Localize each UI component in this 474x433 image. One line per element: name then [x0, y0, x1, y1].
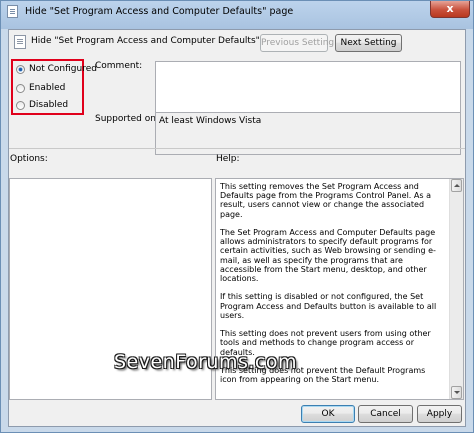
radio-button-checked[interactable] — [16, 65, 25, 74]
radio-label-enabled: Enabled — [29, 83, 66, 93]
supported-on-label: Supported on: — [95, 114, 159, 124]
comment-label: Comment: — [95, 61, 143, 71]
section-divider — [9, 148, 465, 149]
policy-document-icon — [7, 5, 18, 18]
scroll-down-arrow-icon[interactable] — [451, 386, 462, 399]
radio-label-disabled: Disabled — [29, 100, 69, 110]
apply-button[interactable]: Apply — [417, 405, 462, 423]
policy-dialog-window: Hide "Set Program Access and Computer De… — [0, 0, 474, 433]
sevenforums-watermark: SevenForums.com — [114, 351, 297, 373]
window-title: Hide "Set Program Access and Computer De… — [25, 6, 294, 17]
supported-on-value: At least Windows Vista — [159, 116, 262, 126]
radio-button[interactable] — [16, 101, 25, 110]
next-setting-button[interactable]: Next Setting — [335, 34, 402, 52]
ok-button[interactable]: OK — [301, 405, 355, 423]
options-label: Options: — [10, 154, 48, 164]
state-selection-highlight: Not Configured Enabled Disabled — [11, 59, 97, 115]
policy-setting-icon — [14, 35, 26, 49]
close-button[interactable]: x — [430, 1, 470, 18]
policy-name-label: Hide "Set Program Access and Computer De… — [31, 36, 286, 46]
help-paragraph: The Set Program Access and Computer Defa… — [220, 228, 436, 284]
help-label: Help: — [216, 154, 240, 164]
cancel-button[interactable]: Cancel — [358, 405, 413, 423]
help-paragraph: If this setting is disabled or not confi… — [220, 292, 437, 320]
help-scrollbar[interactable] — [449, 179, 463, 399]
comment-textarea[interactable] — [155, 61, 461, 118]
title-bar[interactable]: Hide "Set Program Access and Computer De… — [1, 1, 473, 23]
scroll-up-arrow-icon[interactable] — [451, 179, 462, 192]
close-icon: x — [446, 2, 454, 15]
radio-button[interactable] — [16, 84, 25, 93]
previous-setting-button[interactable]: Previous Setting — [260, 34, 334, 52]
help-paragraph: This setting removes the Set Program Acc… — [220, 182, 431, 219]
radio-label-not-configured: Not Configured — [29, 64, 97, 74]
